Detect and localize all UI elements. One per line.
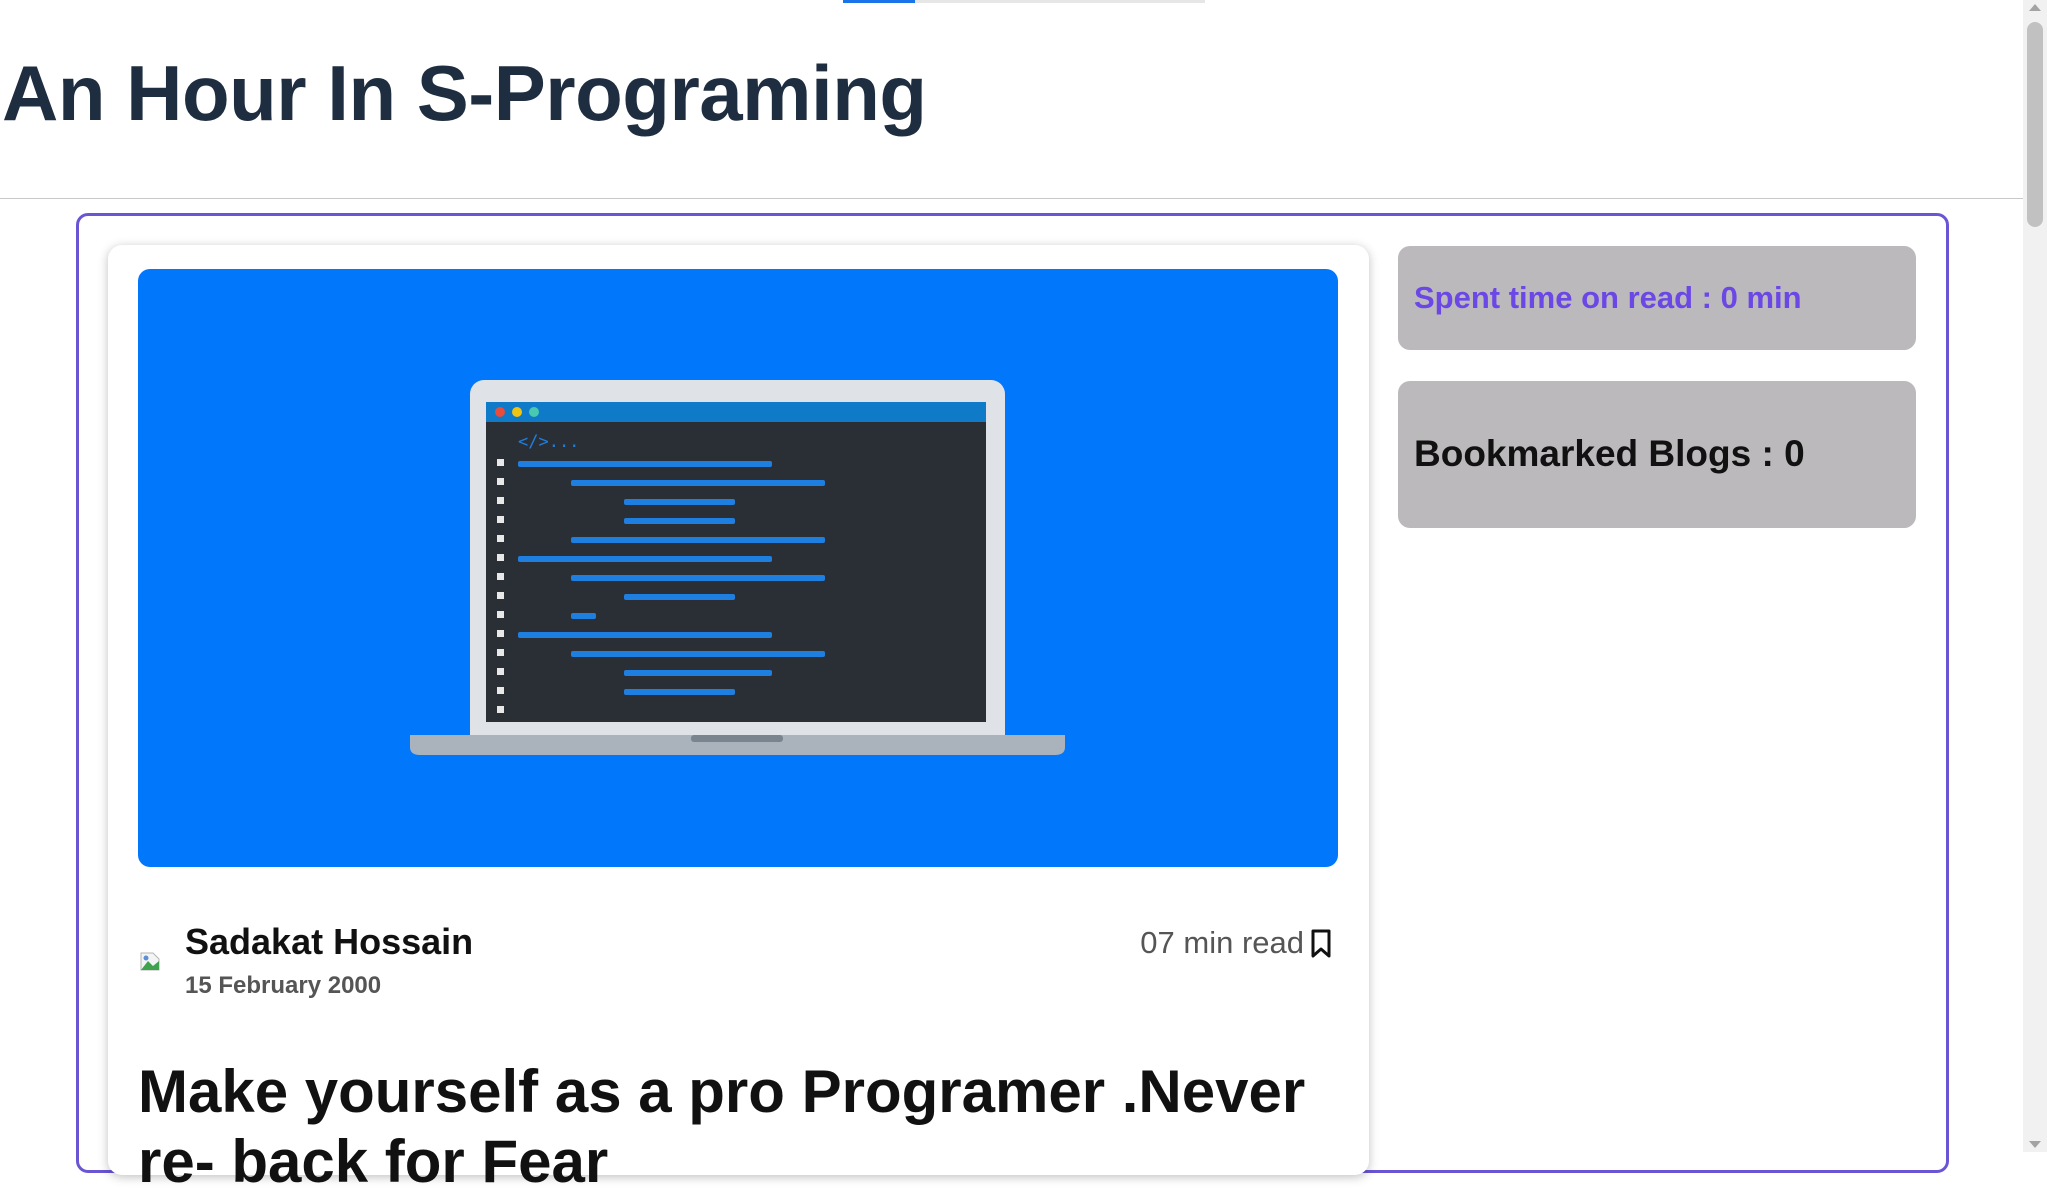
bookmarked-blogs-label: Bookmarked Blogs : 0	[1414, 433, 1805, 474]
svg-text:</>...: </>...	[518, 432, 579, 452]
bookmarked-blogs-box: Bookmarked Blogs : 0	[1398, 381, 1916, 528]
scroll-up-arrow-icon[interactable]	[2029, 4, 2041, 11]
page-header: An Hour In S-Programing	[0, 0, 2023, 199]
laptop-code-illustration: </>...	[410, 380, 1065, 755]
bookmark-icon[interactable]	[1308, 927, 1334, 961]
scrollbar-thumb[interactable]	[2027, 22, 2043, 227]
blog-card: </>... Sadakat Hossain 15 February 2000 …	[108, 245, 1369, 1195]
author-avatar	[140, 952, 160, 971]
vertical-scrollbar[interactable]	[2023, 0, 2047, 1152]
publish-date: 15 February 2000	[185, 972, 382, 999]
scroll-down-arrow-icon[interactable]	[2029, 1141, 2041, 1148]
spent-time-box: Spent time on read : 0 min	[1398, 246, 1916, 350]
site-title: An Hour In S-Programing	[2, 49, 927, 137]
spent-time-label: Spent time on read : 0 min	[1414, 280, 1802, 315]
author-name: Sadakat Hossain	[185, 921, 474, 962]
read-time: 07 min read	[1140, 925, 1304, 960]
blog-title[interactable]: Make yourself as a pro Programer .Never …	[138, 1057, 1348, 1197]
blog-cover-image: </>...	[138, 269, 1338, 867]
author-row: Sadakat Hossain 15 February 2000 07 min …	[138, 917, 1338, 1007]
